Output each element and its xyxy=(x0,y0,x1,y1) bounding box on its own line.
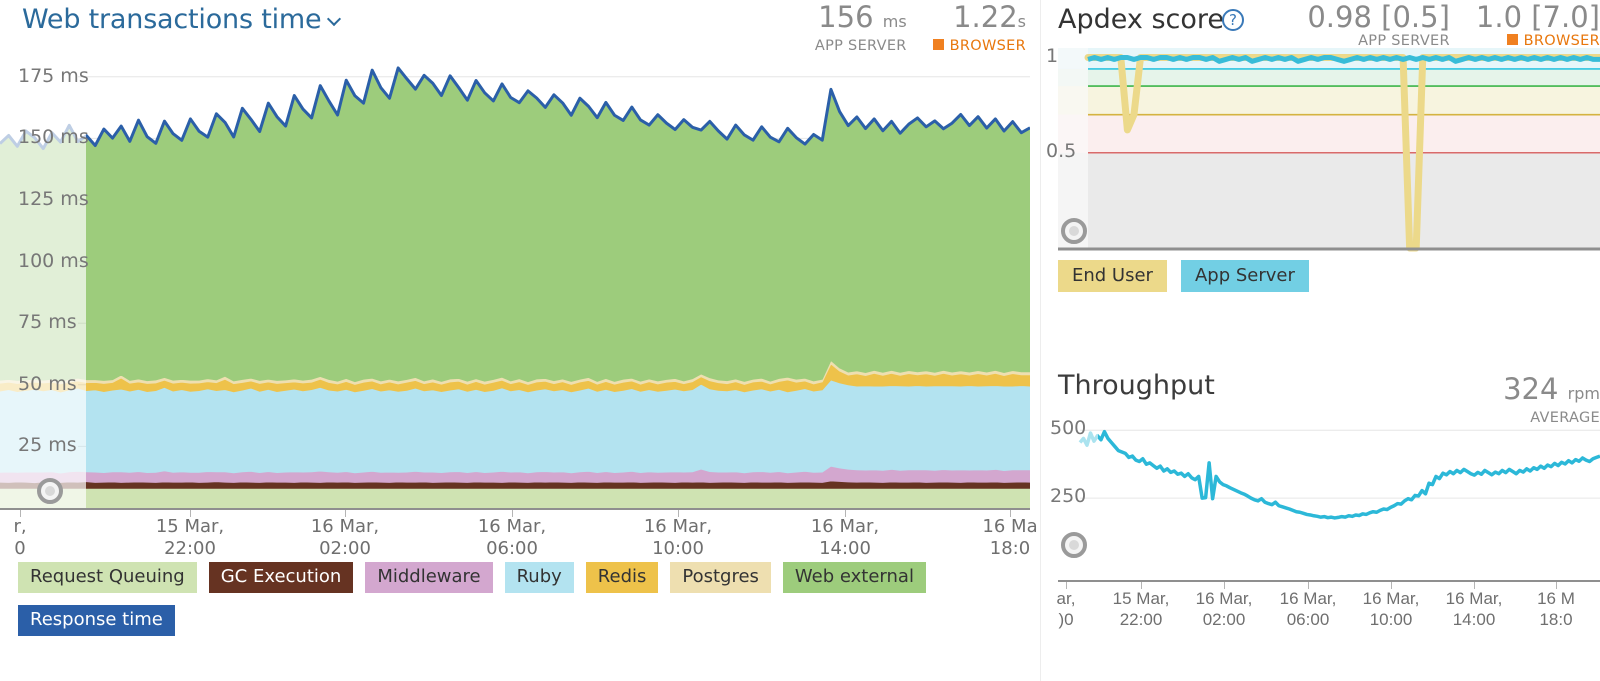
stacked-area-chart xyxy=(0,66,1030,508)
apm-dashboard: Web transactions time 156 ms APP SERVER … xyxy=(0,0,1600,681)
legend-row-primary: Request Queuing GC Execution Middleware Rub… xyxy=(18,562,1018,593)
apdex-left-drag-handle[interactable] xyxy=(1061,218,1087,244)
apdex-y-tick-label: 0.5 xyxy=(1046,139,1077,162)
throughput-kpi-value: 324 rpm xyxy=(1503,372,1600,406)
panel-divider xyxy=(1040,0,1041,681)
apdex-legend-app-server[interactable]: App Server xyxy=(1180,260,1309,292)
throughput-title: Throughput xyxy=(1058,370,1215,401)
apdex-panel: Apdex score ? 0.98 [0.5] APP SERVER 1.0 … xyxy=(1046,0,1600,300)
apdex-kpi-browser: 1.0 [7.0] BROWSER xyxy=(1476,2,1600,49)
throughput-x-tick-label: 16 Mar, 06:00 xyxy=(1279,589,1337,629)
apdex-kpi-browser-value: 1.0 [7.0] xyxy=(1475,0,1600,34)
x-axis-line xyxy=(0,508,1030,510)
apdex-browser-swatch-icon xyxy=(1506,34,1518,45)
x-tick-label: 16 Mar, 06:00 xyxy=(477,516,547,559)
throughput-left-drag-handle[interactable] xyxy=(1061,532,1087,558)
question-mark-icon[interactable]: ? xyxy=(1222,9,1244,31)
kpi-browser-value: 1.22s xyxy=(953,0,1026,34)
legend-row-secondary: Response time xyxy=(18,605,1018,636)
apdex-kpi-app-server-value: 0.98 [0.5] xyxy=(1307,0,1450,34)
legend-item-middleware[interactable]: Middleware xyxy=(365,562,493,593)
right-column: Apdex score ? 0.98 [0.5] APP SERVER 1.0 … xyxy=(1046,0,1600,681)
legend-item-request-queuing[interactable]: Request Queuing xyxy=(18,562,197,593)
x-tick-label: 16 Mar, 10:00 xyxy=(643,516,713,559)
apdex-kpi-app-server-label: APP SERVER xyxy=(1358,33,1450,49)
chart-left-drag-handle[interactable] xyxy=(37,478,63,504)
throughput-y-tick-label: 500 xyxy=(1050,417,1087,440)
web-transactions-chart[interactable]: 175 ms 150 ms 125 ms 100 ms 75 ms 50 ms 25 ms xyxy=(0,46,1034,508)
x-axis: r, 0 15 Mar, 22:00 16 Mar, 02:00 16 Mar, 06:00 1… xyxy=(0,508,1038,562)
apdex-legend-end-user[interactable]: End User xyxy=(1058,260,1167,292)
legend-item-response-time[interactable]: Response time xyxy=(18,605,175,636)
chevron-down-icon[interactable] xyxy=(327,14,345,26)
throughput-x-axis-line xyxy=(1058,580,1600,582)
apdex-chart[interactable] xyxy=(1058,48,1600,252)
throughput-plot-area xyxy=(1078,429,1600,520)
web-transactions-panel: Web transactions time 156 ms APP SERVER … xyxy=(0,0,1038,681)
legend-item-gc-execution[interactable]: GC Execution xyxy=(208,562,354,593)
legend-item-redis[interactable]: Redis xyxy=(585,562,659,593)
legend-item-postgres[interactable]: Postgres xyxy=(670,562,771,593)
legend-item-ruby[interactable]: Ruby xyxy=(504,562,574,593)
apdex-kpi-app-server: 0.98 [0.5] APP SERVER xyxy=(1307,2,1450,49)
kpi-app-server-value: 156 ms xyxy=(818,0,907,34)
page-title[interactable]: Web transactions time xyxy=(22,4,322,35)
apdex-legend: End User App Server xyxy=(1058,260,1309,292)
apdex-kpi-browser-label: BROWSER xyxy=(1476,33,1600,49)
apdex-title: Apdex score xyxy=(1058,4,1224,35)
throughput-panel: Throughput 324 rpm AVERAGE 500 250 ar,)0 1… xyxy=(1046,358,1600,638)
throughput-x-tick-label: 16 M 18:0 xyxy=(1537,589,1575,629)
apdex-plot-area xyxy=(1058,48,1600,252)
throughput-y-tick-label: 250 xyxy=(1050,485,1087,508)
x-tick-label: 16 Mar, 14:00 xyxy=(810,516,880,559)
series-legend: Request Queuing GC Execution Middleware Rub… xyxy=(18,562,1018,636)
throughput-x-tick-label: 16 Mar, 10:00 xyxy=(1362,589,1420,629)
x-tick-label: r, 0 xyxy=(13,516,27,559)
throughput-chart[interactable]: 500 250 xyxy=(1050,414,1600,566)
web-transactions-plot-area xyxy=(0,46,1034,508)
throughput-x-tick-label: ar,)0 xyxy=(1056,589,1076,629)
throughput-x-tick-label: 16 Mar, 02:00 xyxy=(1195,589,1253,629)
throughput-x-axis: ar,)0 15 Mar, 22:00 16 Mar, 02:00 16 Mar, 06:0… xyxy=(1046,580,1600,630)
web-transactions-header: Web transactions time 156 ms APP SERVER … xyxy=(0,0,1034,54)
x-tick-label: 16 Ma 18:0 xyxy=(982,516,1038,559)
apdex-y-tick-label: 1 xyxy=(1046,44,1059,67)
legend-item-web-external[interactable]: Web external xyxy=(782,562,926,593)
apdex-kpis: 0.98 [0.5] APP SERVER 1.0 [7.0] BROWSER xyxy=(1307,2,1600,49)
throughput-x-tick-label: 15 Mar, 22:00 xyxy=(1112,589,1170,629)
x-tick-label: 15 Mar, 22:00 xyxy=(155,516,225,559)
throughput-x-tick-label: 16 Mar, 14:00 xyxy=(1445,589,1503,629)
x-tick-label: 16 Mar, 02:00 xyxy=(310,516,380,559)
